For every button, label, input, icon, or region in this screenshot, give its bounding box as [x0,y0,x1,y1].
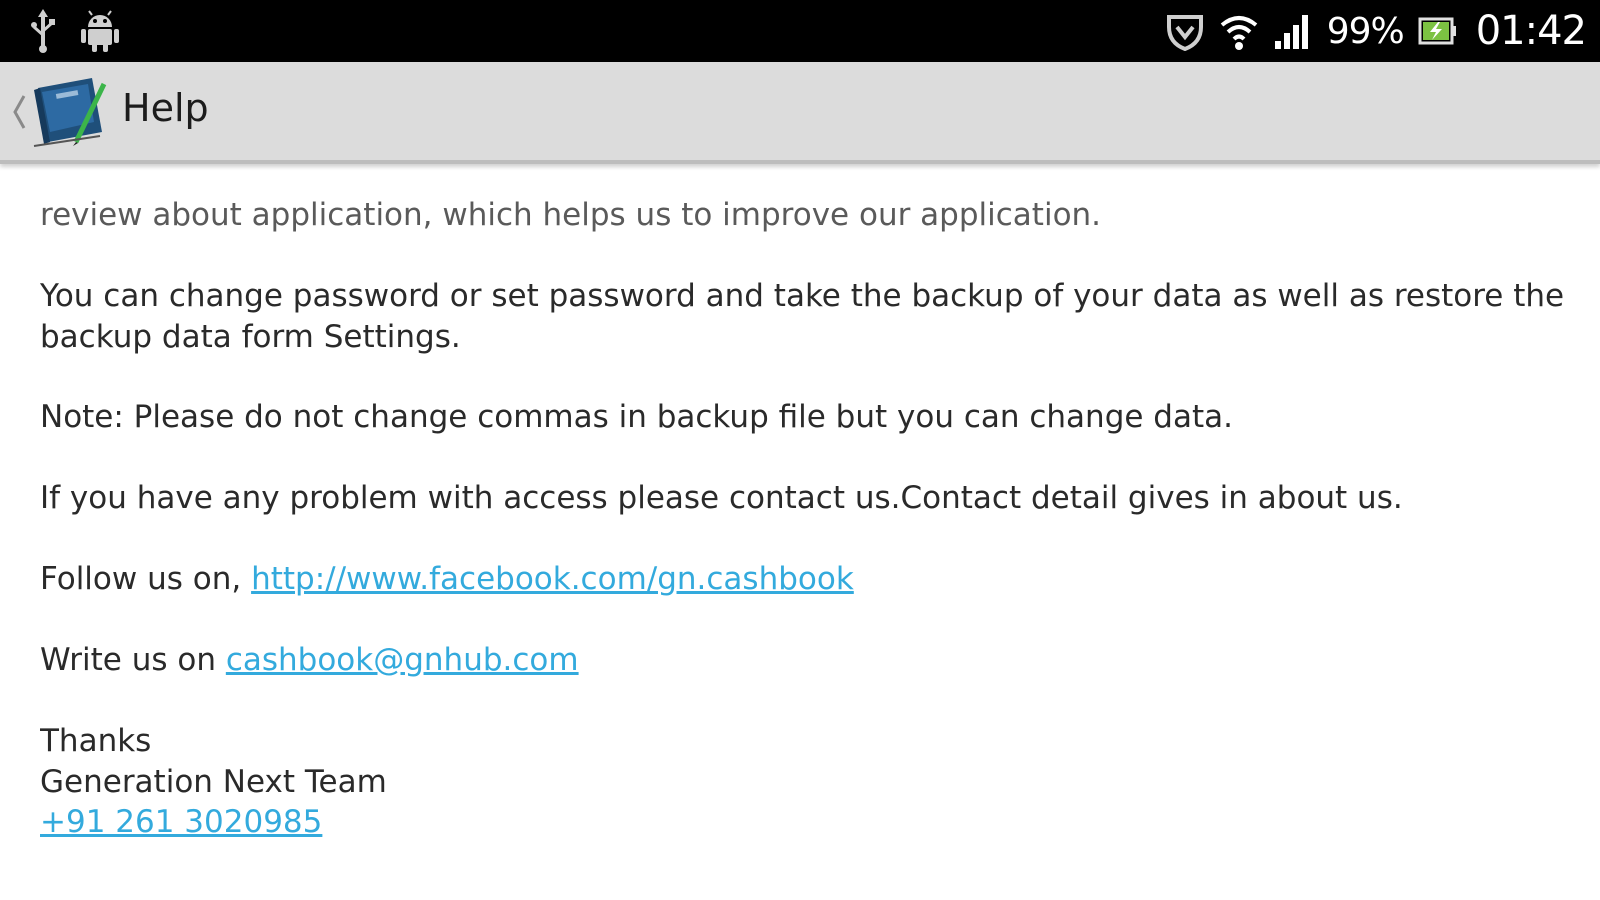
email-link[interactable]: cashbook@gnhub.com [226,642,579,678]
status-bar-left [28,8,120,54]
back-caret-icon[interactable] [10,92,28,136]
help-text-problem: If you have any problem with access plea… [40,480,1403,516]
signal-icon [1273,11,1313,51]
write-prefix: Write us on [40,642,226,678]
thanks-text: Thanks [40,723,152,759]
team-name: Generation Next Team [40,763,387,800]
help-content: review about application, which helps us… [40,164,1580,900]
page-title: Help [122,86,209,130]
app-book-logo-icon[interactable] [30,76,112,152]
follow-us-line: Follow us on, http://www.facebook.com/gn… [40,559,854,600]
wifi-icon [1219,11,1259,51]
follow-prefix: Follow us on, [40,561,252,597]
status-bar: 99% 01:42 [0,0,1600,62]
battery-percent: 99% [1326,10,1405,52]
facebook-link[interactable]: http://www.facebook.com/gn.cashbook [251,561,854,597]
help-text-cut-line: review about application, which helps us… [40,197,1102,233]
write-us-line: Write us on cashbook@gnhub.com [40,640,579,681]
phone-link[interactable]: +91 261 3020985 [40,804,322,840]
shield-icon [1165,11,1205,51]
battery-icon [1418,13,1458,49]
android-debug-icon [80,9,120,53]
status-time: 01:42 [1475,8,1587,54]
action-bar: Help [0,62,1600,164]
help-text-settings: You can change password or set password … [40,278,1565,355]
signature-block: Thanks Generation Next Team +91 261 302098… [40,721,387,843]
usb-icon [28,9,58,53]
help-text-note: Note: Please do not change commas in bac… [40,399,1233,435]
status-bar-right: 99% 01:42 [1165,6,1587,56]
